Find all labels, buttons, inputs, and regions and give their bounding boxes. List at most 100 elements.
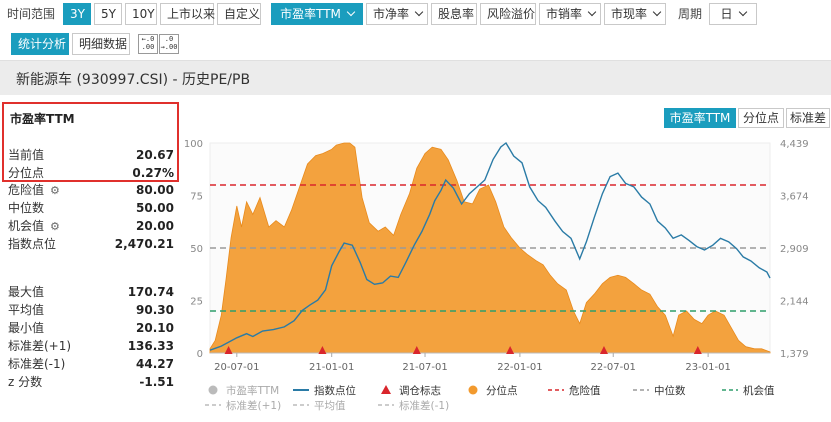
legend-swatch xyxy=(468,385,478,395)
legend-label: 分位点 xyxy=(486,384,518,397)
plot-area xyxy=(209,142,771,354)
y-right-tick-label: 4,439 xyxy=(780,139,809,150)
metric-risk-premium-button[interactable]: 风险溢价 xyxy=(480,3,536,25)
y-left-tick-label: 0 xyxy=(197,349,203,360)
rebalance-marker xyxy=(693,346,702,354)
stat-percentile: 分位点 0.27% xyxy=(8,164,174,182)
rebalance-marker xyxy=(318,346,327,354)
chart-tab-pe-ttm[interactable]: 市盈率TTM xyxy=(664,108,736,128)
legend-label: 平均值 xyxy=(314,399,346,412)
tab-statistics[interactable]: 统计分析 xyxy=(11,33,69,55)
toolbar-row-1: 时间范围 3Y 5Y 10Y 上市以来 自定义 市盈率TTM 市净率 股息率 风… xyxy=(0,2,831,28)
page-title: 新能源车 (930997.CSI) - 历史PE/PB xyxy=(16,72,251,88)
y-left-tick-label: 75 xyxy=(190,192,203,203)
range-custom-button[interactable]: 自定义 xyxy=(217,3,261,25)
page-title-bar: 新能源车 (930997.CSI) - 历史PE/PB xyxy=(0,60,831,95)
stat-label: z 分数 xyxy=(8,375,43,389)
gear-icon[interactable]: ⚙ xyxy=(50,182,60,200)
x-tick-label: 22-07-01 xyxy=(591,362,636,373)
y-right-tick-label: 1,379 xyxy=(780,349,809,360)
legend-label: 指数点位 xyxy=(314,384,356,397)
stat-current-value: 当前值 20.67 xyxy=(8,146,174,164)
range-since-listing-button[interactable]: 上市以来 xyxy=(160,3,215,25)
metric-pe-ttm-dropdown[interactable]: 市盈率TTM xyxy=(271,3,363,25)
stat-value: 50.00 xyxy=(136,201,174,215)
stat-label: 机会值 xyxy=(8,219,45,233)
stat-min: 最小值 20.10 xyxy=(8,319,174,337)
x-tick-label: 21-01-01 xyxy=(309,362,354,373)
metric-pcf-dropdown[interactable]: 市现率 xyxy=(604,3,666,25)
stat-label: 标准差(+1) xyxy=(8,339,72,353)
rebalance-marker xyxy=(506,346,515,354)
period-label: 周期 xyxy=(678,7,703,21)
stat-label: 最小值 xyxy=(8,321,45,335)
stat-danger: 危险值 ⚙ 80.00 xyxy=(8,181,174,199)
period-dropdown[interactable]: 日 xyxy=(709,3,757,25)
legend-label: 标准差(+1) xyxy=(226,399,281,412)
y-left-tick-label: 100 xyxy=(184,139,203,150)
rebalance-marker xyxy=(224,346,233,354)
stat-value: -1.51 xyxy=(139,375,174,389)
stat-z-score: z 分数 -1.51 xyxy=(8,373,174,391)
rebalance-marker xyxy=(412,346,421,354)
stat-value: 80.00 xyxy=(136,183,174,197)
gear-icon[interactable]: ⚙ xyxy=(50,218,60,236)
stat-label: 最大值 xyxy=(8,285,45,299)
y-right-tick-label: 2,909 xyxy=(780,244,809,255)
stat-value: 90.30 xyxy=(136,303,174,317)
stat-minus-std: 标准差(-1) 44.27 xyxy=(8,355,174,373)
legend-label: 市盈率TTM xyxy=(226,384,279,397)
stat-label: 指数点位 xyxy=(8,237,57,251)
y-left-tick-label: 25 xyxy=(190,297,203,308)
stat-value: 44.27 xyxy=(136,357,174,371)
legend-swatch xyxy=(381,385,391,394)
stat-label: 危险值 xyxy=(8,183,45,197)
stat-value: 20.00 xyxy=(136,219,174,233)
y-right-tick-label: 2,144 xyxy=(780,297,809,308)
stat-median: 中位数 50.00 xyxy=(8,199,174,217)
legend-label: 调仓标志 xyxy=(399,384,441,397)
y-right-tick-label: 3,674 xyxy=(780,192,809,203)
metric-ps-dropdown[interactable]: 市销率 xyxy=(539,3,601,25)
chart-tab-percentile[interactable]: 分位点 xyxy=(738,108,784,128)
metric-pb-dropdown[interactable]: 市净率 xyxy=(366,3,428,25)
decimal-decrease-icon[interactable]: ←.0.00 xyxy=(138,34,158,54)
rebalance-marker xyxy=(599,346,608,354)
range-5y-button[interactable]: 5Y xyxy=(94,3,122,25)
range-3y-button[interactable]: 3Y xyxy=(63,3,91,25)
stat-label: 平均值 xyxy=(8,303,45,317)
stat-value: 2,470.21 xyxy=(114,237,174,251)
legend-label: 机会值 xyxy=(743,384,775,397)
stat-value: 20.10 xyxy=(136,321,174,335)
x-tick-label: 23-01-01 xyxy=(685,362,730,373)
legend-swatch xyxy=(208,385,218,395)
metric-dividend-button[interactable]: 股息率 xyxy=(431,3,477,25)
stat-label: 中位数 xyxy=(8,201,45,215)
index-line xyxy=(209,141,771,351)
x-tick-label: 22-01-01 xyxy=(497,362,542,373)
stats-heading: 市盈率TTM xyxy=(10,112,75,126)
percentile-area xyxy=(209,142,771,354)
legend-label: 中位数 xyxy=(654,384,686,397)
stat-label: 分位点 xyxy=(8,166,45,180)
stat-label: 当前值 xyxy=(8,148,45,162)
stat-plus-std: 标准差(+1) 136.33 xyxy=(8,337,174,355)
toolbar-row-2: 统计分析 明细数据 ←.0.00 .0 →.00 xyxy=(0,33,831,57)
decimal-increase-icon[interactable]: .0 →.00 xyxy=(159,34,179,54)
x-tick-label: 21-07-01 xyxy=(402,362,447,373)
stat-opportunity: 机会值 ⚙ 20.00 xyxy=(8,217,174,235)
stat-max: 最大值 170.74 xyxy=(8,283,174,301)
stat-value: 136.33 xyxy=(127,339,174,353)
x-tick-label: 20-07-01 xyxy=(214,362,259,373)
tab-detail-data[interactable]: 明细数据 xyxy=(72,33,130,55)
stat-value: 170.74 xyxy=(127,285,174,299)
chart-tab-std[interactable]: 标准差 xyxy=(786,108,830,128)
stat-label: 标准差(-1) xyxy=(8,357,66,371)
stat-value: 0.27% xyxy=(132,166,174,180)
legend-label: 危险值 xyxy=(569,384,601,397)
y-left-tick-label: 50 xyxy=(190,244,203,255)
range-10y-button[interactable]: 10Y xyxy=(125,3,157,25)
range-label: 时间范围 xyxy=(7,7,56,21)
stat-value: 20.67 xyxy=(136,148,174,162)
legend-label: 标准差(-1) xyxy=(399,399,449,412)
